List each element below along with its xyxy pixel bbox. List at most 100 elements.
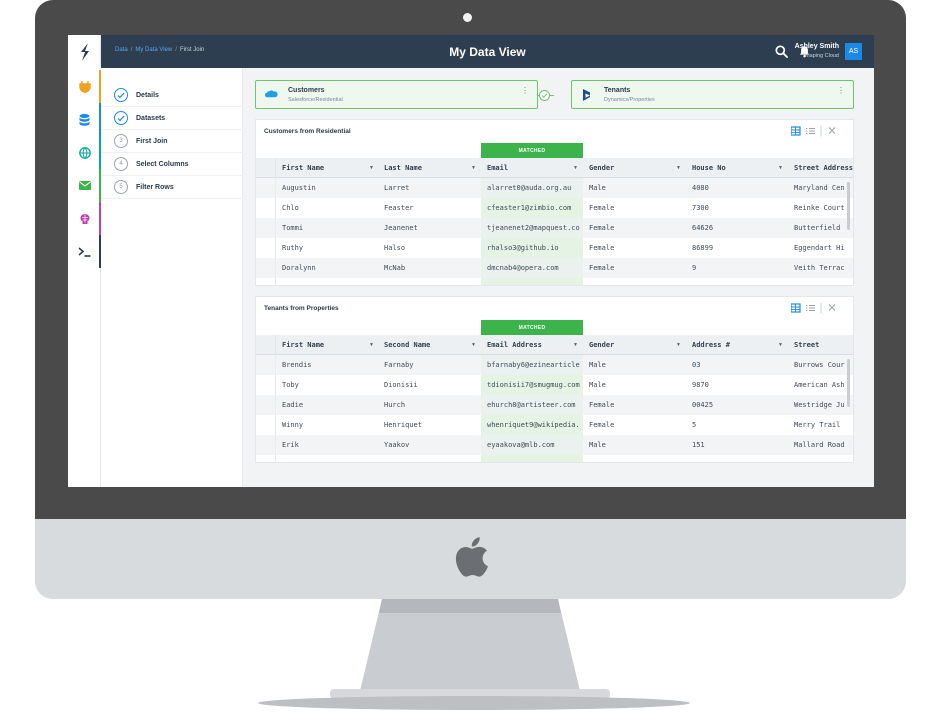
table-cell: Halso xyxy=(384,244,406,252)
column-header[interactable]: First Name xyxy=(282,335,378,355)
column-header[interactable]: Email Address xyxy=(487,335,583,355)
table-cell: Hurch xyxy=(384,401,406,409)
page-title: My Data View xyxy=(449,45,526,59)
step-label: Select Columns xyxy=(136,160,189,168)
sort-caret-icon[interactable]: ▼ xyxy=(369,165,374,171)
column-header[interactable]: First Name xyxy=(282,158,378,178)
column-header[interactable]: Last Name xyxy=(384,158,480,178)
table-cell: Female xyxy=(589,224,615,232)
table-cell: Butterfield xyxy=(794,224,841,232)
panel-title: Customers from Residential xyxy=(264,128,351,135)
source-card-tenants[interactable]: Tenants Dynamics/Properties ⋮ xyxy=(571,80,854,109)
table-header: First Name ▼ Second Name ▼ Email Address… xyxy=(256,335,853,355)
salesforce-icon xyxy=(264,90,278,98)
apple-logo-icon xyxy=(455,537,488,577)
column-header[interactable]: Email xyxy=(487,158,583,178)
column-header[interactable]: Second Name xyxy=(384,335,480,355)
step-select-columns[interactable]: 4 Select Columns xyxy=(101,153,243,176)
sort-caret-icon[interactable]: ▼ xyxy=(471,342,476,348)
icon-rail xyxy=(68,35,101,487)
table-cell: Female xyxy=(589,264,615,272)
user-menu[interactable]: Ashley Smith Shaping Cloud xyxy=(795,43,839,59)
list-view-icon[interactable] xyxy=(806,128,815,134)
table-cell: McNab xyxy=(384,264,406,272)
table-cell: Yaakov xyxy=(384,441,410,449)
matched-badge: MATCHED xyxy=(481,143,583,158)
app-screen: Data / My Data View / First Join My Data Vie… xyxy=(68,35,874,487)
table-cell: Male xyxy=(589,184,606,192)
table-row[interactable]: Toby Dionisii tdionisii7@smugmug.com Mal… xyxy=(256,375,853,395)
list-view-icon[interactable] xyxy=(806,305,815,311)
sort-caret-icon[interactable]: ▼ xyxy=(369,342,374,348)
table-cell: Jeanenet xyxy=(384,224,418,232)
table-cell: Erik xyxy=(282,441,299,449)
close-icon[interactable] xyxy=(828,304,836,311)
sort-caret-icon[interactable]: ▼ xyxy=(778,165,783,171)
step-datasets[interactable]: Datasets xyxy=(101,107,243,130)
table-body: Brendis Farnaby bfarnaby6@ezinearticle M… xyxy=(256,355,853,462)
sort-caret-icon[interactable]: ▼ xyxy=(676,342,681,348)
step-done-check-icon xyxy=(114,111,128,125)
table-cell: Eadie xyxy=(282,401,304,409)
avatar[interactable]: AS xyxy=(845,43,862,60)
step-filter-rows[interactable]: 5 Filter Rows xyxy=(101,176,243,199)
join-check-icon[interactable] xyxy=(539,90,550,101)
rail-item-mail[interactable] xyxy=(68,169,101,202)
sort-caret-icon[interactable]: ▼ xyxy=(471,165,476,171)
table-row[interactable]: Winny Henriquet whenriquet9@wikipedia. F… xyxy=(256,415,853,435)
sort-caret-icon[interactable]: ▼ xyxy=(573,342,578,348)
step-details[interactable]: Details xyxy=(101,84,243,107)
source-title: Tenants xyxy=(604,87,631,94)
app-logo-icon[interactable] xyxy=(68,35,101,68)
table-row[interactable]: Chlo Feaster cfeaster1@zimbio.com Female… xyxy=(256,198,853,218)
table-row[interactable]: Brendis Farnaby bfarnaby6@ezinearticle M… xyxy=(256,355,853,375)
rail-item-ai[interactable] xyxy=(68,202,101,235)
table-cell: cfeaster1@zimbio.com xyxy=(487,204,572,212)
step-label: Datasets xyxy=(136,114,166,122)
sort-caret-icon[interactable]: ▼ xyxy=(778,342,783,348)
sort-caret-icon[interactable]: ▼ xyxy=(676,165,681,171)
table-row[interactable]: Ruthy Halso rhalso3@github.io Female 868… xyxy=(256,238,853,258)
column-header[interactable]: House No xyxy=(692,158,788,178)
close-icon[interactable] xyxy=(828,127,836,134)
step-number: 5 xyxy=(114,180,128,194)
table-row[interactable]: Erik Yaakov eyaakova@mlb.com Male 151 Ma… xyxy=(256,435,853,455)
column-header[interactable]: Gender xyxy=(589,158,685,178)
vertical-scrollbar[interactable] xyxy=(847,359,850,407)
step-number: 4 xyxy=(114,157,128,171)
grid-view-icon[interactable] xyxy=(791,126,801,136)
plug-icon xyxy=(78,80,91,93)
more-vert-icon[interactable]: ⋮ xyxy=(521,86,529,95)
sort-caret-icon[interactable]: ▼ xyxy=(573,165,578,171)
step-label: Filter Rows xyxy=(136,183,174,191)
rail-item-terminal[interactable] xyxy=(68,235,101,268)
grid-view-icon[interactable] xyxy=(791,303,801,313)
step-first-join[interactable]: 3 First Join xyxy=(101,130,243,153)
table-cell: Mallard Road xyxy=(794,441,845,449)
table-cell: 4080 xyxy=(692,184,709,192)
column-header[interactable]: Address # xyxy=(692,335,788,355)
vertical-scrollbar[interactable] xyxy=(847,182,850,230)
column-header[interactable]: Street xyxy=(794,335,853,355)
table-body: Augustin Larret alarret0@auda.org.au Mal… xyxy=(256,178,853,285)
column-header[interactable]: Street Address xyxy=(794,158,853,178)
table-cell: Male xyxy=(589,381,606,389)
table-row[interactable]: Augustin Larret alarret0@auda.org.au Mal… xyxy=(256,178,853,198)
more-vert-icon[interactable]: ⋮ xyxy=(837,86,845,95)
table-cell: eyaakova@mlb.com xyxy=(487,441,555,449)
rail-item-databases[interactable] xyxy=(68,103,101,136)
rail-item-connectors[interactable] xyxy=(68,70,101,103)
search-icon[interactable] xyxy=(775,45,788,58)
table-row[interactable]: Doralynn McNab dmcnab4@opera.com Female … xyxy=(256,258,853,278)
table-cell: Tommi xyxy=(282,224,304,232)
table-cell: Brendis xyxy=(282,361,312,369)
table-cell: Eggendart Hi xyxy=(794,244,845,252)
source-card-customers[interactable]: Customers Salesforce/Residential ⋮ xyxy=(255,80,538,109)
panel-toolbar xyxy=(791,302,836,314)
source-title: Customers xyxy=(288,87,325,94)
column-header[interactable]: Gender xyxy=(589,335,685,355)
panel-toolbar xyxy=(791,125,836,137)
table-row[interactable]: Eadie Hurch ehurch8@artisteer.com Female… xyxy=(256,395,853,415)
rail-item-web[interactable] xyxy=(68,136,101,169)
table-row[interactable]: Tommi Jeanenet tjeanenet2@mapquest.co Fe… xyxy=(256,218,853,238)
